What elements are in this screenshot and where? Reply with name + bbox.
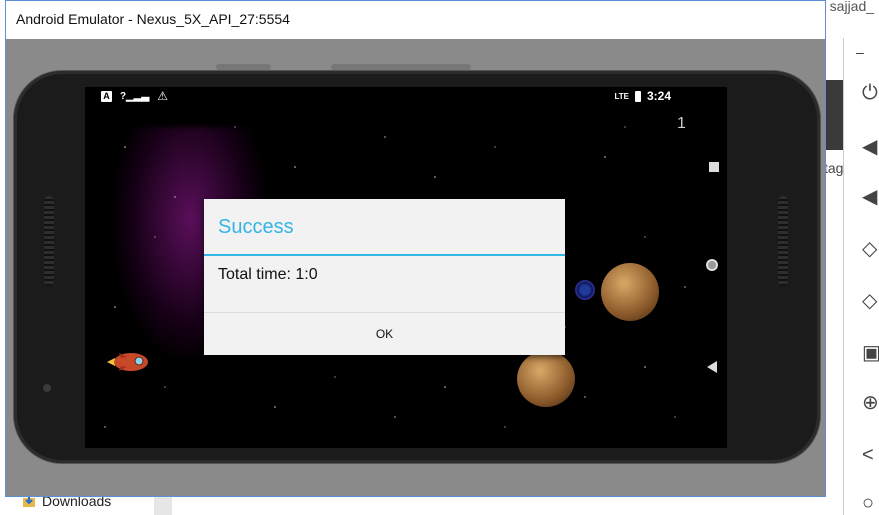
- back-button[interactable]: [707, 361, 717, 373]
- asteroid: [517, 351, 575, 407]
- lte-signal-icon: LTE: [614, 91, 629, 101]
- background-side-text: tag: [824, 160, 844, 176]
- background-panel: [826, 80, 844, 150]
- battery-icon: [634, 90, 641, 102]
- emulator-titlebar[interactable]: Android Emulator - Nexus_5X_API_27:5554: [6, 1, 825, 39]
- speaker-grille: [778, 196, 788, 286]
- success-dialog: Success Total time: 1:0 OK: [204, 199, 565, 355]
- speaker-grille: [44, 196, 54, 286]
- power-icon[interactable]: ⏻: [862, 82, 879, 105]
- front-camera: [43, 384, 51, 392]
- asteroid: [601, 263, 659, 321]
- rotate-left-icon[interactable]: ◇: [862, 236, 879, 261]
- back-icon[interactable]: <: [862, 444, 879, 467]
- enemy-orb: [575, 280, 595, 300]
- dialog-title-divider: [204, 254, 565, 256]
- phone-button-ridge: [216, 64, 271, 70]
- volume-down-icon[interactable]: ◀: [862, 184, 879, 209]
- android-nav-bar: [693, 87, 727, 448]
- camera-icon[interactable]: ▣: [862, 340, 879, 365]
- warning-icon: ⚠: [157, 89, 168, 103]
- no-signal-icon: ?▁▂▃: [120, 90, 150, 102]
- game-score: 1: [677, 115, 686, 132]
- zoom-icon[interactable]: ⊕: [862, 390, 879, 415]
- background-scrollbar[interactable]: [154, 497, 172, 515]
- volume-up-icon[interactable]: ◀: [862, 134, 879, 159]
- background-explorer-strip: [0, 497, 826, 515]
- recents-button[interactable]: [709, 162, 719, 172]
- emulator-window: Android Emulator - Nexus_5X_API_27:5554: [5, 0, 826, 497]
- emulator-side-toolbar: – ⏻ ◀ ◀ ◇ ◇ ▣ ⊕ < ○: [843, 38, 879, 515]
- window-title: Android Emulator - Nexus_5X_API_27:5554: [16, 11, 290, 27]
- home-button[interactable]: [706, 259, 718, 271]
- ok-button[interactable]: OK: [204, 313, 565, 355]
- dialog-title: Success: [218, 216, 294, 238]
- minimize-button[interactable]: –: [856, 44, 864, 60]
- phone-button-ridge: [331, 64, 471, 70]
- status-time: 3:24: [646, 89, 671, 103]
- notification-a-icon: A: [101, 90, 112, 102]
- dialog-message: Total time: 1:0: [218, 266, 318, 283]
- android-status-bar: A ?▁▂▃ ⚠ LTE 3:24: [85, 87, 727, 109]
- more-icon[interactable]: ○: [862, 492, 879, 515]
- rocket-ship: [107, 353, 148, 371]
- rotate-right-icon[interactable]: ◇: [862, 288, 879, 313]
- background-window-title-fragment: n sajjad_: [818, 0, 875, 14]
